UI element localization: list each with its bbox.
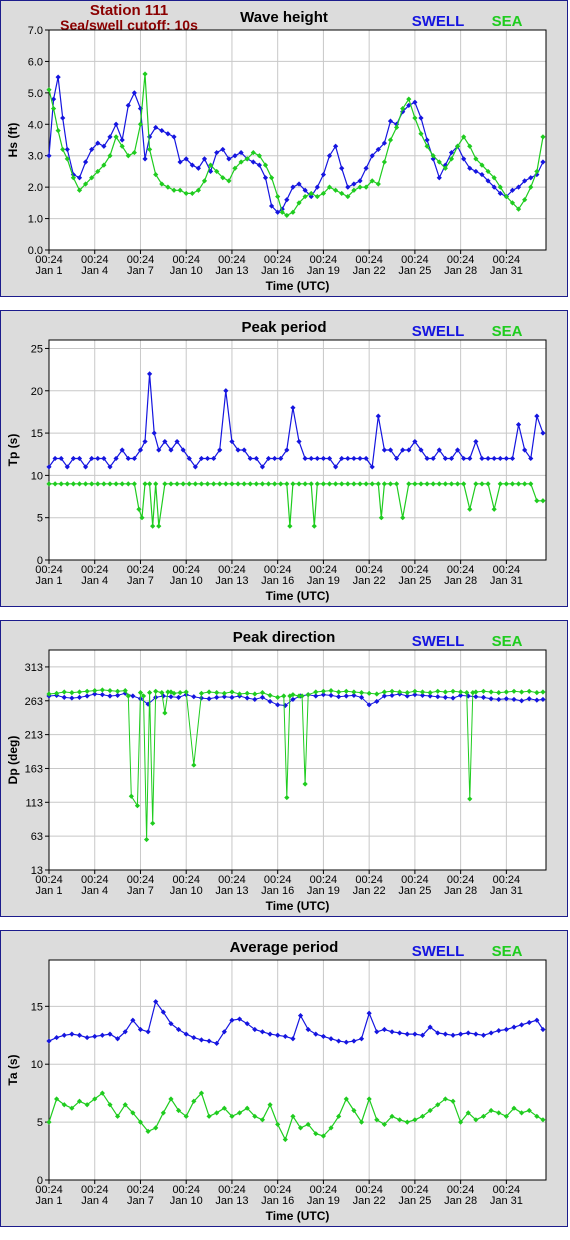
y-tick-label: 0: [37, 1175, 43, 1187]
x-tick-date: Jan 16: [261, 265, 294, 277]
x-axis-label: Time (UTC): [266, 279, 330, 293]
y-tick-label: 163: [25, 763, 43, 775]
y-axis-label: Hs (ft): [6, 123, 20, 158]
x-tick-date: Jan 19: [307, 575, 340, 587]
x-axis-label: Time (UTC): [266, 1209, 330, 1223]
y-axis-label: Tp (s): [6, 434, 20, 467]
x-tick-date: Jan 28: [444, 885, 477, 897]
plot-area: [49, 650, 546, 870]
x-tick-date: Jan 1: [36, 575, 63, 587]
legend-swell: SWELL: [412, 13, 465, 30]
x-tick-date: Jan 28: [444, 575, 477, 587]
y-tick-label: 3.0: [28, 151, 43, 163]
y-tick-label: 10: [31, 1059, 43, 1071]
y-tick-label: 6.0: [28, 56, 43, 68]
y-tick-label: 25: [31, 343, 43, 355]
y-tick-label: 1.0: [28, 214, 43, 226]
x-tick-date: Jan 13: [215, 1195, 248, 1207]
x-tick-date: Jan 19: [307, 885, 340, 897]
y-tick-label: 15: [31, 428, 43, 440]
x-tick-date: Jan 22: [353, 575, 386, 587]
x-tick-date: Jan 22: [353, 1195, 386, 1207]
x-axis-label: Time (UTC): [266, 899, 330, 913]
y-tick-label: 0: [37, 555, 43, 567]
y-tick-label: 313: [25, 662, 43, 674]
x-tick-date: Jan 28: [444, 1195, 477, 1207]
y-tick-label: 5.0: [28, 88, 43, 100]
y-tick-label: 7.0: [28, 25, 43, 37]
legend-sea: SEA: [492, 323, 523, 340]
y-axis-label: Ta (s): [6, 1054, 20, 1085]
peak-period-panel: 00:24 Jan 1 00:24 Jan 4 00:24 Jan 7 00:24 Jan 1…: [0, 310, 568, 607]
x-tick-date: Jan 10: [170, 885, 203, 897]
x-tick-date: Jan 25: [398, 575, 431, 587]
legend-sea: SEA: [492, 633, 523, 650]
x-tick-date: Jan 4: [81, 885, 108, 897]
y-tick-label: 0.0: [28, 245, 43, 257]
x-tick-date: Jan 25: [398, 885, 431, 897]
legend-sea: SEA: [492, 13, 523, 30]
legend-sea: SEA: [492, 943, 523, 960]
x-tick-date: Jan 7: [127, 885, 154, 897]
x-tick-date: Jan 4: [81, 1195, 108, 1207]
x-tick-date: Jan 19: [307, 265, 340, 277]
y-tick-label: 20: [31, 386, 43, 398]
x-tick-date: Jan 10: [170, 1195, 203, 1207]
x-tick-date: Jan 13: [215, 265, 248, 277]
x-tick-date: Jan 7: [127, 1195, 154, 1207]
chart-title: Average period: [230, 939, 339, 956]
y-tick-label: 15: [31, 1001, 43, 1013]
x-tick-date: Jan 7: [127, 575, 154, 587]
x-tick-date: Jan 16: [261, 1195, 294, 1207]
x-tick-date: Jan 10: [170, 575, 203, 587]
legend-swell: SWELL: [412, 323, 465, 340]
x-tick-date: Jan 16: [261, 575, 294, 587]
y-tick-label: 63: [31, 831, 43, 843]
legend-swell: SWELL: [412, 943, 465, 960]
x-tick-date: Jan 28: [444, 265, 477, 277]
chart-title: Peak direction: [233, 629, 336, 646]
peak-period-chart: 00:24Jan 100:24Jan 400:24Jan 700:24Jan 1…: [6, 319, 547, 603]
wave-height-chart: 00:24Jan 100:24Jan 400:24Jan 700:24Jan 1…: [6, 9, 547, 293]
x-tick-date: Jan 7: [127, 265, 154, 277]
chart-title: Peak period: [241, 319, 326, 336]
x-tick-date: Jan 10: [170, 265, 203, 277]
x-tick-date: Jan 31: [490, 265, 523, 277]
plot-area: [49, 960, 546, 1180]
x-tick-date: Jan 19: [307, 1195, 340, 1207]
x-tick-date: Jan 4: [81, 265, 108, 277]
x-tick-date: Jan 31: [490, 885, 523, 897]
y-tick-label: 10: [31, 470, 43, 482]
x-tick-date: Jan 13: [215, 885, 248, 897]
y-axis-label: Dp (deg): [6, 736, 20, 785]
x-tick-date: Jan 25: [398, 1195, 431, 1207]
average-period-panel: 00:24 Jan 1 00:24 Jan 4 00:24 Jan 7 00:24 Jan 1…: [0, 930, 568, 1227]
y-tick-label: 4.0: [28, 119, 43, 131]
x-tick-date: Jan 1: [36, 885, 63, 897]
y-tick-label: 113: [25, 797, 43, 809]
y-tick-label: 5: [37, 513, 43, 525]
x-axis-label: Time (UTC): [266, 589, 330, 603]
chart-title: Wave height: [240, 9, 328, 26]
y-tick-label: 5: [37, 1117, 43, 1129]
x-tick-date: Jan 16: [261, 885, 294, 897]
x-tick-date: Jan 22: [353, 265, 386, 277]
x-tick-date: Jan 25: [398, 265, 431, 277]
y-tick-label: 13: [31, 865, 43, 877]
y-tick-label: 213: [25, 730, 43, 742]
x-tick-date: Jan 31: [490, 1195, 523, 1207]
x-tick-date: Jan 1: [36, 1195, 63, 1207]
average-period-chart: 00:24Jan 100:24Jan 400:24Jan 700:24Jan 1…: [6, 939, 547, 1223]
x-tick-date: Jan 13: [215, 575, 248, 587]
wave-height-panel: Station 111 Sea/swell cutoff: 10s 00:24 J…: [0, 0, 568, 297]
y-tick-label: 263: [25, 696, 43, 708]
peak-direction-panel: 00:24 Jan 1 00:24 Jan 4 00:24 Jan 7 00:24 Jan 1…: [0, 620, 568, 917]
x-tick-date: Jan 31: [490, 575, 523, 587]
x-tick-date: Jan 4: [81, 575, 108, 587]
peak-direction-chart: 00:24Jan 100:24Jan 400:24Jan 700:24Jan 1…: [6, 629, 547, 913]
y-tick-label: 2.0: [28, 182, 43, 194]
legend-swell: SWELL: [412, 633, 465, 650]
x-tick-date: Jan 22: [353, 885, 386, 897]
x-tick-date: Jan 1: [36, 265, 63, 277]
